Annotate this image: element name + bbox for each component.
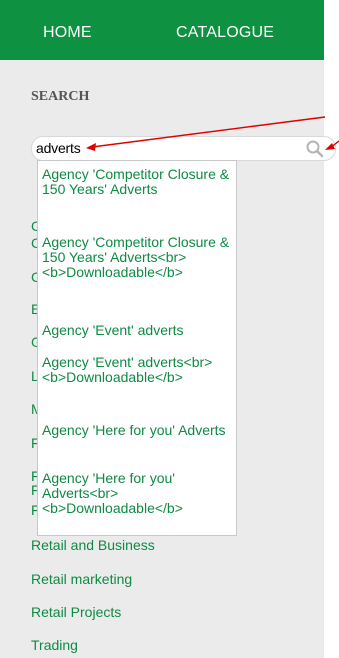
- autocomplete-item[interactable]: Agency 'Here for you' Adverts: [42, 423, 236, 438]
- nav-catalogue-link[interactable]: CATALOGUE: [176, 24, 274, 42]
- search-icon[interactable]: [305, 139, 325, 159]
- top-navbar: HOME CATALOGUE: [0, 0, 324, 60]
- autocomplete-item[interactable]: Agency 'Event' adverts: [42, 323, 236, 338]
- search-heading: SEARCH: [31, 89, 90, 104]
- category-item[interactable]: Retail and Business: [31, 537, 155, 553]
- autocomplete-dropdown: Agency 'Competitor Closure & 150 Years' …: [37, 160, 237, 536]
- autocomplete-item[interactable]: Agency 'Event' adverts<br> <b>Downloadab…: [42, 355, 236, 385]
- search-input[interactable]: adverts: [31, 136, 336, 161]
- search-input-value: adverts: [36, 140, 81, 156]
- category-item[interactable]: Trading: [31, 637, 78, 653]
- autocomplete-item[interactable]: Agency 'Competitor Closure & 150 Years' …: [42, 235, 236, 280]
- autocomplete-item[interactable]: Agency 'Competitor Closure & 150 Years' …: [42, 167, 236, 197]
- category-item[interactable]: Retail Projects: [31, 604, 121, 620]
- sidebar: HOME CATALOGUE SEARCH C C C E G L M F F …: [0, 0, 336, 658]
- autocomplete-item[interactable]: Agency 'Here for you' Adverts<br> <b>Dow…: [42, 471, 236, 516]
- nav-home-link[interactable]: HOME: [43, 24, 92, 42]
- category-item[interactable]: Retail marketing: [31, 571, 132, 587]
